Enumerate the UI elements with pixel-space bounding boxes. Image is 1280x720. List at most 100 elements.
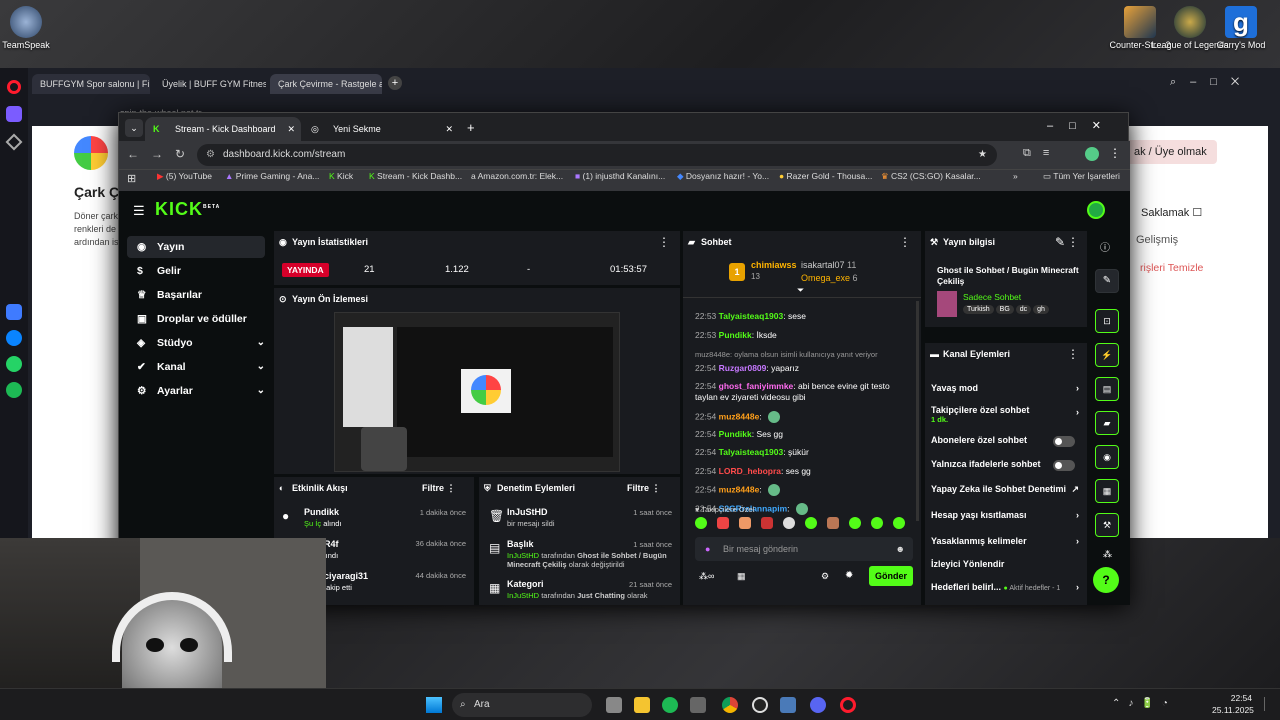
bookmark-6[interactable]: ◆ Dosyanız hazır! - Yo... bbox=[677, 171, 769, 182]
hide-option[interactable]: Saklamak ☐ bbox=[1141, 206, 1202, 219]
top-gifter-3[interactable]: Omega_exe 6 bbox=[801, 273, 858, 283]
bookmark-5[interactable]: ■ (1) injusthd Kanalını... bbox=[575, 171, 665, 181]
chat-settings-icon[interactable]: ⚙ bbox=[821, 571, 829, 582]
emoji-icon[interactable]: ☻ bbox=[896, 537, 905, 561]
emote-icon[interactable] bbox=[783, 517, 795, 529]
action-slow-mode[interactable]: Yavaş mod › bbox=[931, 383, 1085, 393]
help-bubble-icon[interactable]: ? bbox=[1093, 567, 1119, 593]
profile-avatar[interactable] bbox=[1085, 147, 1099, 161]
window-controls[interactable]: –□✕ bbox=[1047, 119, 1117, 132]
emote-icon[interactable] bbox=[827, 517, 839, 529]
tag[interactable]: gh bbox=[1033, 305, 1049, 314]
tag[interactable]: BG bbox=[995, 305, 1014, 314]
clock[interactable]: 22:54 bbox=[1222, 693, 1252, 703]
chat-username[interactable]: Pundikk bbox=[719, 330, 752, 340]
audit-filter-button[interactable]: Filtre ⋮ bbox=[627, 483, 661, 494]
action-account-age[interactable]: Hesap yaşı kısıtlaması › bbox=[931, 510, 1085, 520]
notes-widget-button[interactable]: ▤ bbox=[1095, 377, 1119, 401]
more-menu-icon[interactable]: ⋮ bbox=[899, 235, 911, 249]
extension-icons[interactable]: ⧉≡ bbox=[1023, 147, 1061, 160]
info-icon[interactable]: ⓘ bbox=[1100, 239, 1110, 254]
action-redirect-viewers[interactable]: İzleyici Yönlendir bbox=[931, 559, 1085, 569]
chrome-icon[interactable] bbox=[722, 697, 738, 713]
opera-tab-1[interactable]: Üyelik | BUFF GYM Fitness bbox=[154, 74, 266, 94]
new-tab-button[interactable]: + bbox=[467, 120, 475, 135]
bookmark-2[interactable]: K Kick bbox=[329, 171, 353, 181]
chrome-tab-kick[interactable]: K Stream - Kick Dashboard ✕ bbox=[145, 117, 301, 141]
activity-user[interactable]: Pundikk bbox=[304, 507, 339, 517]
start-button-icon[interactable] bbox=[426, 697, 442, 713]
top-gifter-name[interactable]: chimiawss bbox=[751, 260, 797, 270]
action-ai-moderation[interactable]: Yapay Zeka ile Sohbet Denetimi ↗ bbox=[931, 484, 1085, 494]
chat-username[interactable]: Pundikk bbox=[719, 429, 752, 439]
audit-widget-button[interactable]: ▦ bbox=[1095, 479, 1119, 503]
emote-icon[interactable] bbox=[739, 517, 751, 529]
steam-icon[interactable] bbox=[752, 697, 768, 713]
system-tray-icons[interactable]: ⌃♪🔋◔ bbox=[1112, 698, 1176, 709]
discord-icon[interactable] bbox=[810, 697, 826, 713]
chrome-tab-new[interactable]: ◎ Yeni Sekme ✕ bbox=[303, 117, 459, 141]
opera-logo-icon[interactable] bbox=[7, 80, 21, 94]
wrench-widget-button[interactable]: ⚒ bbox=[1095, 513, 1119, 537]
emote-icon[interactable] bbox=[871, 517, 883, 529]
edit-mode-button[interactable]: ✎ bbox=[1095, 269, 1119, 293]
spotify-icon[interactable] bbox=[662, 697, 678, 713]
chat-scrollbar[interactable] bbox=[916, 301, 919, 521]
mod-settings-icon[interactable]: ✹ bbox=[845, 570, 853, 581]
emote-icon[interactable] bbox=[695, 517, 707, 529]
nav-studio[interactable]: ◈ Stüdyo ⌄ bbox=[127, 332, 265, 354]
chat-username[interactable]: Talyaisteaq1903 bbox=[719, 447, 784, 457]
taskbar-search[interactable]: ⌕ Ara bbox=[452, 693, 592, 717]
chat-username[interactable]: Talyaisteaq1903 bbox=[719, 311, 784, 321]
chat-username[interactable]: LORD_hebopra bbox=[719, 466, 781, 476]
points-icon[interactable]: ⁂∞ bbox=[699, 571, 714, 582]
opera-tab-2[interactable]: Çark Çevirme - Rastgele a bbox=[270, 74, 382, 94]
apps-grid-icon[interactable]: ⊞ bbox=[127, 172, 136, 185]
aria-icon[interactable] bbox=[6, 106, 22, 122]
bookmark-8[interactable]: ♛ CS2 (CS:GO) Kasalar... bbox=[881, 171, 981, 182]
preview-widget-button[interactable]: ⊡ bbox=[1095, 309, 1119, 333]
action-banned-words[interactable]: Yasaklanmış kelimeler › bbox=[931, 536, 1085, 546]
emote-icon[interactable] bbox=[761, 517, 773, 529]
clear-entries-link[interactable]: rişleri Temizle bbox=[1140, 262, 1203, 274]
app-icon[interactable] bbox=[6, 304, 22, 320]
broadcast-widget-button[interactable]: ◉ bbox=[1095, 445, 1119, 469]
emote-only-toggle[interactable] bbox=[1053, 460, 1075, 471]
task-view-icon[interactable] bbox=[606, 697, 622, 713]
bookmark-3[interactable]: K Stream - Kick Dashb... bbox=[369, 171, 462, 181]
action-goals[interactable]: Hedefleri belirl... ● Aktif hedefler - 1… bbox=[931, 582, 1085, 592]
chat-username[interactable]: ghost_faniyimmke bbox=[719, 381, 794, 391]
bookmark-7[interactable]: ● Razer Gold - Thousa... bbox=[779, 171, 872, 181]
more-menu-icon[interactable]: ⋮ bbox=[1067, 235, 1079, 249]
file-explorer-icon[interactable] bbox=[634, 697, 650, 713]
store-icon[interactable]: ▦ bbox=[737, 571, 746, 582]
new-tab-button[interactable]: + bbox=[388, 76, 402, 90]
bookmark-star-icon[interactable]: ★ bbox=[978, 144, 987, 166]
show-desktop-button[interactable] bbox=[1264, 697, 1274, 711]
signup-button[interactable]: ak / Üye olmak bbox=[1124, 140, 1217, 164]
desktop-icon-gmod[interactable]: g Garry's Mod bbox=[1201, 6, 1280, 50]
app-icon[interactable] bbox=[690, 697, 706, 713]
close-tab-icon[interactable]: ✕ bbox=[445, 117, 453, 141]
stream-preview-video[interactable] bbox=[334, 312, 620, 472]
kick-logo[interactable]: KICKBETA bbox=[155, 199, 220, 220]
emote-row[interactable] bbox=[695, 517, 907, 533]
activity-widget-icon[interactable]: ⁂ bbox=[1103, 549, 1112, 560]
send-button[interactable]: Gönder bbox=[869, 566, 913, 586]
edit-icon[interactable]: ✎ bbox=[1055, 235, 1065, 249]
chat-username[interactable]: muz8448e bbox=[719, 484, 760, 494]
spotify-icon[interactable] bbox=[6, 382, 22, 398]
address-bar[interactable]: ⚙ dashboard.kick.com/stream ★ bbox=[197, 144, 997, 166]
microphone-icon[interactable]: ● bbox=[705, 537, 710, 561]
action-followers-only[interactable]: Takipçilere özel sohbet 1 dk. › bbox=[931, 405, 1085, 424]
chat-widget-button[interactable]: ▰ bbox=[1095, 411, 1119, 435]
emote-icon[interactable] bbox=[805, 517, 817, 529]
site-info-icon[interactable]: ⚙ bbox=[206, 144, 215, 166]
nav-buttons[interactable]: ←→↻ bbox=[127, 147, 197, 161]
bookmark-1[interactable]: ▲ Prime Gaming - Ana... bbox=[225, 171, 319, 181]
nav-stream[interactable]: ◉ Yayın bbox=[127, 236, 265, 258]
category-link[interactable]: Sadece Sohbet bbox=[963, 292, 1021, 302]
more-bookmarks-icon[interactable]: » bbox=[1013, 171, 1018, 181]
chat-username[interactable]: Ruzgar0809 bbox=[719, 363, 767, 373]
advanced-toggle[interactable]: Gelişmiş bbox=[1136, 234, 1178, 246]
